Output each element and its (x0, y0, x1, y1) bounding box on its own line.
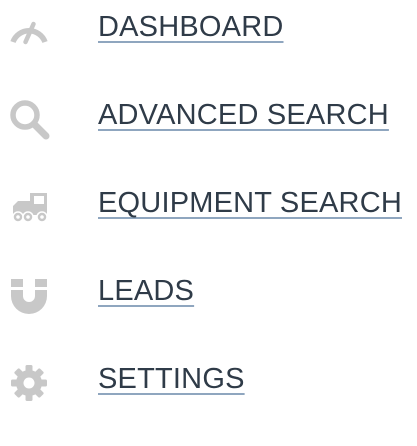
nav-label-settings: SETTINGS (98, 363, 245, 395)
magnet-icon (6, 272, 52, 318)
nav-label-leads: LEADS (98, 275, 195, 307)
nav-label-dashboard: DASHBOARD (98, 11, 284, 43)
gear-icon (6, 360, 52, 406)
nav-item-dashboard[interactable]: DASHBOARD (0, 0, 417, 60)
nav-label-advanced-search: ADVANCED SEARCH (98, 99, 389, 131)
truck-icon (6, 184, 52, 230)
search-icon (6, 96, 52, 142)
speedometer-icon (6, 8, 52, 54)
nav-item-settings[interactable]: SETTINGS (0, 352, 417, 412)
nav-item-advanced-search[interactable]: ADVANCED SEARCH (0, 88, 417, 148)
nav-item-leads[interactable]: LEADS (0, 264, 417, 324)
main-nav-menu: DASHBOARD ADVANCED SEARCH EQUIPMENT SEAR… (0, 0, 417, 446)
nav-label-equipment-search: EQUIPMENT SEARCH (98, 187, 402, 219)
nav-item-equipment-search[interactable]: EQUIPMENT SEARCH (0, 176, 417, 236)
